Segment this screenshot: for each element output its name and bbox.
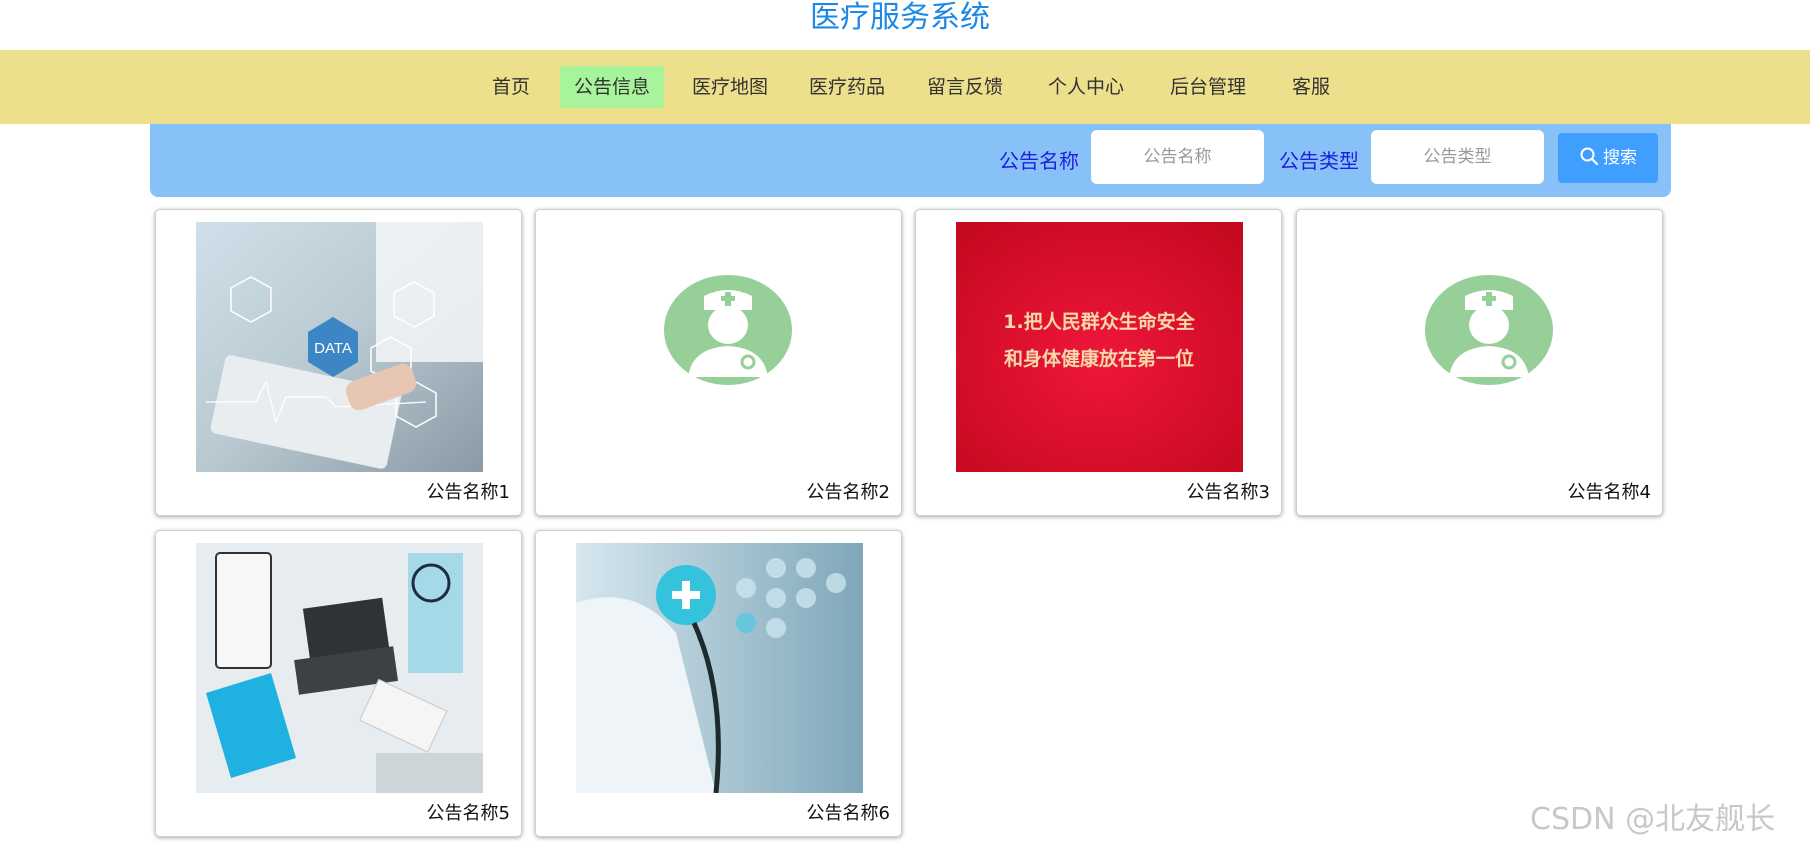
- nav-medical-map[interactable]: 医疗地图: [680, 66, 780, 108]
- announcement-card-4[interactable]: 公告名称4: [1296, 209, 1663, 516]
- card-title: 公告名称2: [806, 482, 890, 503]
- nav-personal-center[interactable]: 个人中心: [1036, 66, 1136, 108]
- search-icon: [1580, 147, 1599, 166]
- search-button-label: 搜索: [1603, 148, 1637, 168]
- card-image-placeholder: [576, 222, 863, 472]
- banner-line-2: 和身体健康放在第一位: [1004, 347, 1194, 370]
- card-title: 公告名称3: [1186, 482, 1270, 503]
- card-image-doctor-stethoscope: [576, 543, 863, 793]
- announcement-type-input[interactable]: [1371, 130, 1544, 184]
- site-title: 医疗服务系统: [0, 0, 1810, 50]
- nav-home[interactable]: 首页: [478, 66, 544, 108]
- nav-feedback[interactable]: 留言反馈: [915, 66, 1015, 108]
- card-title: 公告名称5: [426, 803, 510, 824]
- search-bar: 公告名称 公告类型 搜索: [150, 124, 1671, 197]
- announcement-name-label: 公告名称: [999, 149, 1079, 173]
- nav-medicines[interactable]: 医疗药品: [797, 66, 897, 108]
- announcement-card-3[interactable]: 1.把人民群众生命安全 和身体健康放在第一位 公告名称3: [915, 209, 1282, 516]
- card-image-placeholder: [1337, 222, 1624, 472]
- nav-customer-service[interactable]: 客服: [1281, 66, 1341, 108]
- card-title: 公告名称1: [426, 482, 510, 503]
- nav-admin[interactable]: 后台管理: [1158, 66, 1258, 108]
- doctor-avatar-icon: [664, 275, 792, 385]
- card-image-desk-laptop: [196, 543, 483, 793]
- announcement-type-label: 公告类型: [1279, 149, 1359, 173]
- nav-announcements[interactable]: 公告信息: [560, 66, 664, 108]
- site-title-text: 医疗服务系统: [810, 0, 990, 35]
- announcement-card-6[interactable]: 公告名称6: [535, 530, 902, 837]
- announcement-card-5[interactable]: 公告名称5: [155, 530, 522, 837]
- top-navigation: 首页 公告信息 医疗地图 医疗药品 留言反馈 个人中心 后台管理 客服: [0, 50, 1810, 124]
- card-title: 公告名称4: [1567, 482, 1651, 503]
- announcement-name-input[interactable]: [1091, 130, 1264, 184]
- card-title: 公告名称6: [806, 803, 890, 824]
- watermark: CSDN @北友舰长: [1530, 802, 1776, 837]
- card-image-medical-data: DATA: [196, 222, 483, 472]
- announcement-card-2[interactable]: 公告名称2: [535, 209, 902, 516]
- banner-line-1: 1.把人民群众生命安全: [1003, 310, 1195, 333]
- announcement-card-1[interactable]: DATA 公告名称1: [155, 209, 522, 516]
- doctor-avatar-icon: [1425, 275, 1553, 385]
- svg-text:DATA: DATA: [314, 340, 352, 357]
- card-image-red-banner: 1.把人民群众生命安全 和身体健康放在第一位: [956, 222, 1243, 472]
- search-button[interactable]: 搜索: [1558, 133, 1658, 183]
